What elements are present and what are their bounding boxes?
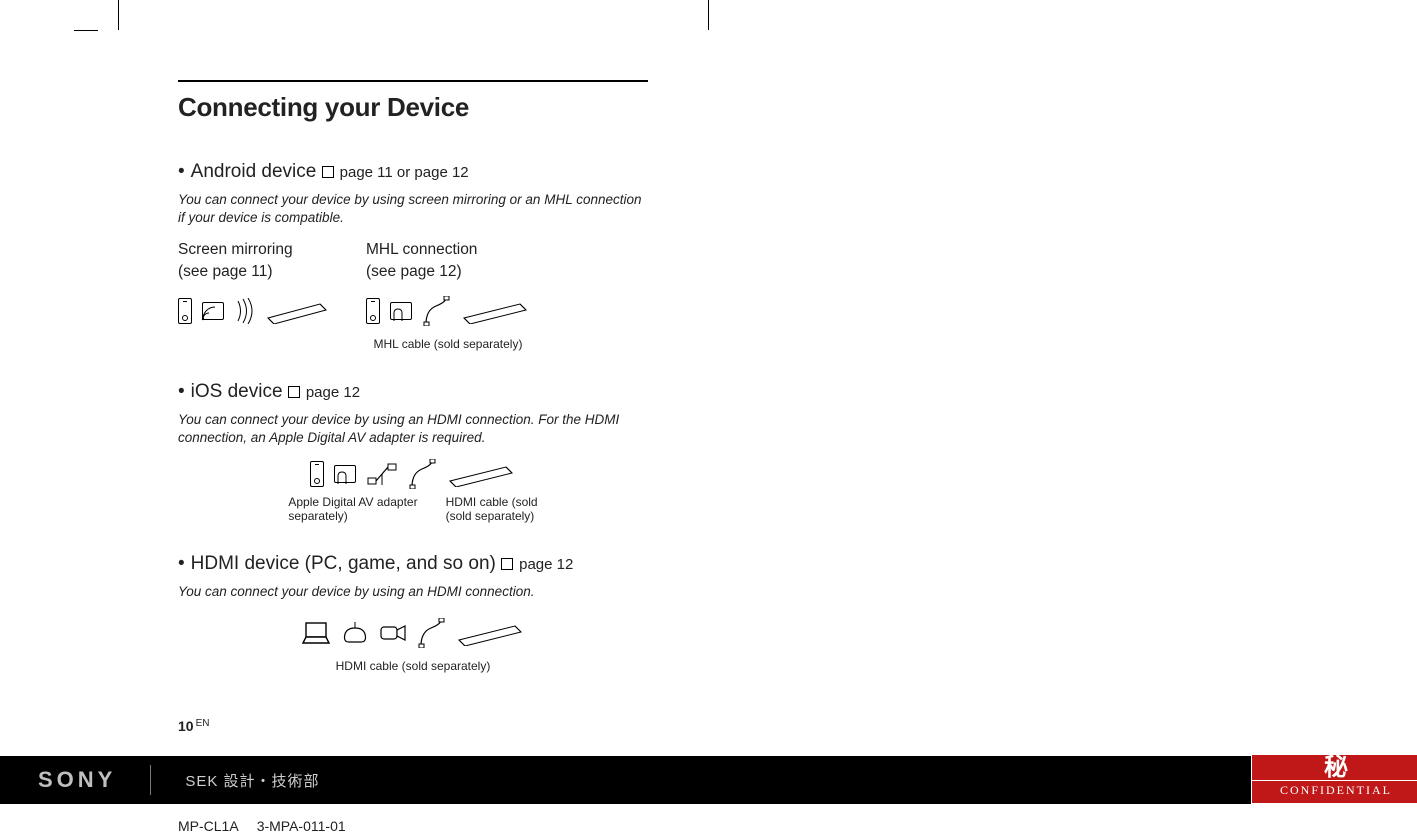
page-title: Connecting your Device — [178, 80, 648, 123]
hdmi-desc: You can connect your device by using an … — [178, 583, 648, 601]
crop-mark-short — [74, 30, 98, 31]
android-pageref: page 11 or page 12 — [340, 164, 469, 181]
screen-mirroring-title: Screen mirroring — [178, 241, 293, 258]
cable-icon — [417, 618, 445, 648]
section-hdmi: • HDMI device (PC, game, and so on) page … — [178, 553, 648, 673]
phone-icon — [178, 298, 192, 324]
page-number: 10EN — [178, 718, 209, 734]
pageref-box-icon — [288, 386, 300, 398]
bullet-icon: • — [178, 381, 185, 402]
gamepad-icon — [341, 622, 369, 644]
pageref-box-icon — [322, 166, 334, 178]
ios-adapter-caption: Apple Digital AV adapter separately) — [288, 495, 417, 523]
camcorder-icon — [379, 623, 407, 643]
projector-icon — [446, 461, 516, 487]
mhl-diagram — [366, 291, 530, 331]
footer-dept: SEK 設計・技術部 — [185, 770, 319, 791]
mhl-caption: MHL cable (sold separately) — [366, 337, 530, 351]
footer-separator — [150, 765, 151, 795]
cast-touch-icon — [390, 302, 412, 320]
wireless-icon — [234, 298, 254, 324]
projector-icon — [455, 620, 525, 646]
cable-icon — [408, 459, 436, 489]
cast-touch-icon — [334, 465, 356, 483]
section-android: • Android device page 11 or page 12 You c… — [178, 161, 648, 351]
mhl-title: MHL connection — [366, 241, 477, 258]
mhl-sub: (see page 12) — [366, 263, 462, 280]
projector-icon — [460, 298, 530, 324]
bullet-icon: • — [178, 161, 185, 182]
pageref-box-icon — [501, 558, 513, 570]
laptop-icon — [301, 621, 331, 645]
footer-bar: SONY SEK 設計・技術部 — [0, 756, 1417, 804]
doc-id: MP-CL1A3-MPA-011-01 — [178, 818, 346, 834]
hdmi-diagram — [301, 613, 525, 653]
android-desc: You can connect your device by using scr… — [178, 191, 648, 227]
android-title: Android device — [191, 161, 317, 182]
screen-mirroring-sub: (see page 11) — [178, 263, 273, 280]
hdmi-pageref: page 12 — [519, 556, 573, 573]
hdmi-caption: HDMI cable (sold separately) — [336, 659, 491, 673]
projector-icon — [264, 298, 330, 324]
av-adapter-icon — [366, 463, 398, 485]
ios-title: iOS device — [191, 381, 283, 402]
phone-icon — [366, 298, 380, 324]
phone-icon — [310, 461, 324, 487]
ios-diagram — [310, 459, 516, 489]
confidential-stamp: 秘 CONFIDENTIAL — [1251, 754, 1417, 804]
brand-logo: SONY — [38, 767, 116, 793]
crop-marks — [0, 0, 1417, 30]
hdmi-title: HDMI device (PC, game, and so on) — [191, 553, 496, 574]
cast-icon — [202, 302, 224, 320]
cable-icon — [422, 296, 450, 326]
screen-mirroring-diagram — [178, 291, 330, 331]
ios-desc: You can connect your device by using an … — [178, 411, 648, 447]
section-ios: • iOS device page 12 You can connect your… — [178, 381, 648, 523]
bullet-icon: • — [178, 553, 185, 574]
ios-hdmi-caption: HDMI cable (sold (sold separately) — [446, 495, 538, 523]
ios-pageref: page 12 — [306, 384, 360, 401]
